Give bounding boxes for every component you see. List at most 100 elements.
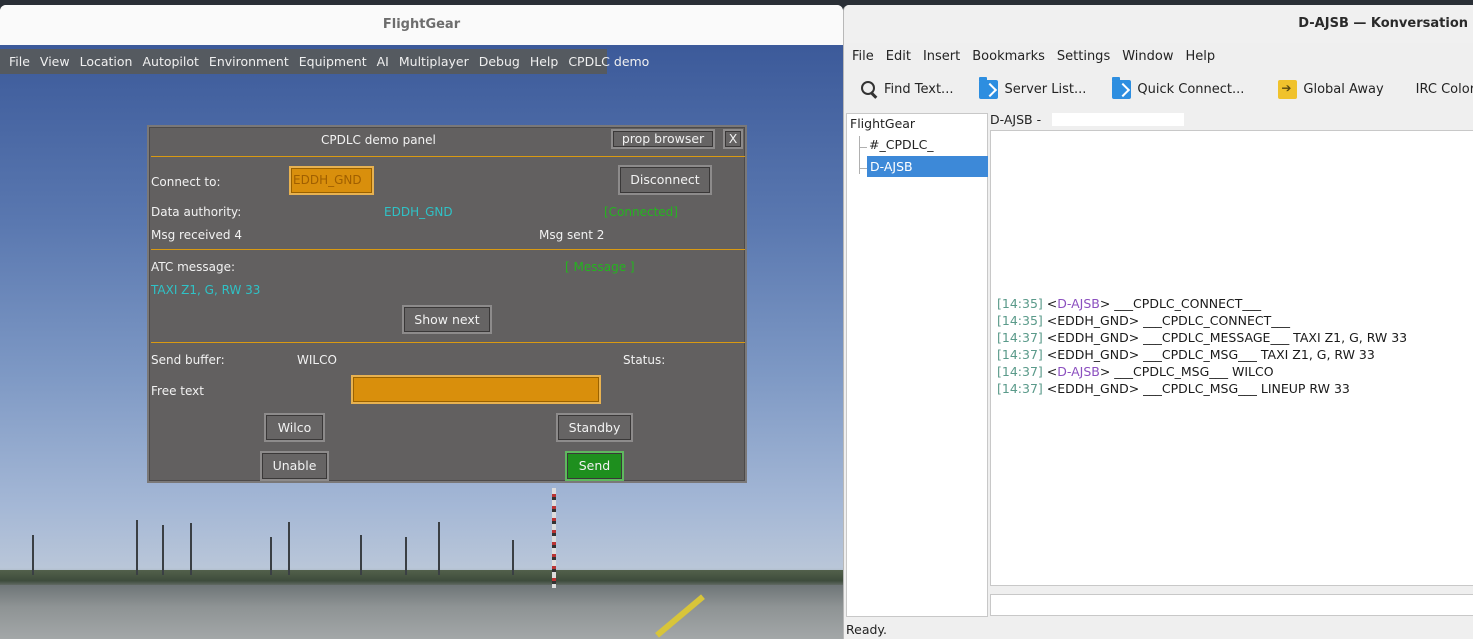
light-pole [405,537,407,575]
chat-nick[interactable]: EDDH_GND [1057,313,1128,328]
connect-to-label: Connect to: [151,175,221,189]
tree-connector [859,147,867,148]
msg-received: Msg received 4 [151,228,242,242]
flightgear-title: FlightGear [0,5,843,45]
kv-menu-window[interactable]: Window [1116,49,1179,64]
fg-menu-environment[interactable]: Environment [204,54,294,69]
connect-to-input[interactable]: EDDH_GND [289,166,374,195]
chat-timestamp: [14:37] [997,330,1043,345]
light-pole [288,522,290,575]
flightgear-window: FlightGear File View Location Autopilot … [0,5,843,639]
light-pole [190,523,192,575]
away-icon [1278,79,1298,99]
chat-line: [14:35] <D-AJSB> ___CPDLC_CONNECT___ [997,296,1262,311]
quick-connect-label: Quick Connect... [1137,81,1245,97]
panel-divider [151,249,745,250]
kv-menu-insert[interactable]: Insert [917,49,966,64]
chat-timestamp: [14:37] [997,381,1043,396]
chat-timestamp: [14:37] [997,347,1043,362]
panel-divider [151,156,745,157]
fg-menu-ai[interactable]: AI [372,54,394,69]
chat-message-text: ___CPDLC_CONNECT___ [1143,313,1291,328]
server-list-icon [979,76,999,99]
status-bar: Ready. [846,622,887,637]
chat-message-text: ___CPDLC_MESSAGE___ TAXI Z1, G, RW 33 [1143,330,1408,345]
tree-item-server[interactable]: FlightGear [850,116,915,131]
global-away-label: Global Away [1303,81,1384,97]
konversation-toolbar: Find Text... Server List... Quick Connec… [844,75,1473,103]
chat-line: [14:37] <EDDH_GND> ___CPDLC_MSG___ LINEU… [997,381,1350,396]
kv-menu-bookmarks[interactable]: Bookmarks [966,49,1051,64]
close-icon[interactable]: X [723,129,743,149]
irc-color-button[interactable]: IRC Color... [1416,82,1473,97]
kv-menu-file[interactable]: File [846,49,880,64]
disconnect-button[interactable]: Disconnect [618,165,712,195]
tree-item-query[interactable]: D-AJSB [867,156,988,177]
chat-message-text: ___CPDLC_MSG___ WILCO [1114,364,1274,379]
chat-message-text: ___CPDLC_CONNECT___ [1114,296,1262,311]
chat-nick[interactable]: D-AJSB [1057,296,1100,311]
message-input[interactable] [990,594,1473,616]
server-list-label: Server List... [1004,81,1087,97]
find-text-button[interactable]: Find Text... [859,80,953,99]
show-next-button[interactable]: Show next [402,305,492,334]
free-text-input[interactable] [351,375,601,404]
chat-message-text: ___CPDLC_MSG___ LINEUP RW 33 [1143,381,1350,396]
light-pole [32,535,34,575]
flightgear-menubar: File View Location Autopilot Environment… [0,49,649,74]
server-list-button[interactable]: Server List... [979,76,1087,99]
kv-menu-edit[interactable]: Edit [880,49,917,64]
query-topic: D-AJSB - [990,112,1042,127]
send-button[interactable]: Send [565,451,624,481]
fg-menu-autopilot[interactable]: Autopilot [137,54,203,69]
unable-button[interactable]: Unable [260,451,329,481]
chat-nick[interactable]: EDDH_GND [1057,347,1128,362]
prop-browser-button[interactable]: prop browser [611,129,715,149]
fg-menu-cpdlc-demo[interactable]: CPDLC demo [563,54,654,69]
send-buffer-value: WILCO [297,353,337,367]
send-buffer-label: Send buffer: [151,353,225,367]
konversation-menubar: File Edit Insert Bookmarks Settings Wind… [844,45,1473,67]
quick-connect-icon [1112,76,1132,99]
chat-line: [14:35] <EDDH_GND> ___CPDLC_CONNECT___ [997,313,1291,328]
light-pole [360,535,362,575]
chat-nick[interactable]: EDDH_GND [1057,330,1128,345]
wilco-button[interactable]: Wilco [264,413,325,442]
kv-menu-settings[interactable]: Settings [1051,49,1116,64]
atc-message-label: ATC message: [151,260,236,274]
kv-menu-help[interactable]: Help [1179,49,1221,64]
fg-menu-location[interactable]: Location [75,54,138,69]
antenna-mast [552,488,556,588]
chat-message-text: ___CPDLC_MSG___ TAXI Z1, G, RW 33 [1143,347,1375,362]
global-away-button[interactable]: Global Away [1278,79,1384,99]
light-pole [162,525,164,575]
fg-menu-debug[interactable]: Debug [474,54,525,69]
msg-sent: Msg sent 2 [539,228,605,242]
chat-line: [14:37] <EDDH_GND> ___CPDLC_MESSAGE___ T… [997,330,1408,345]
message-indicator: [ Message ] [565,260,635,274]
chat-timestamp: [14:35] [997,296,1043,311]
konversation-window: D-AJSB — Konversation File Edit Insert B… [843,5,1473,639]
chat-line: [14:37] <EDDH_GND> ___CPDLC_MSG___ TAXI … [997,347,1375,362]
fg-menu-file[interactable]: File [4,54,35,69]
konversation-title: D-AJSB — Konversation [844,5,1473,43]
fg-menu-equipment[interactable]: Equipment [294,54,372,69]
fg-menu-help[interactable]: Help [525,54,564,69]
light-pole [136,520,138,575]
quick-connect-button[interactable]: Quick Connect... [1112,76,1245,99]
tree-item-channel[interactable]: #_CPDLC_ [869,137,934,152]
atc-message-text: TAXI Z1, G, RW 33 [151,283,261,297]
flightgear-scene[interactable]: File View Location Autopilot Environment… [0,45,843,639]
light-pole [512,540,514,575]
chat-nick[interactable]: D-AJSB [1057,364,1100,379]
tree-connector [859,168,867,169]
panel-divider [151,342,745,343]
fg-menu-view[interactable]: View [35,54,75,69]
chat-nick[interactable]: EDDH_GND [1057,381,1128,396]
topic-redaction [1052,113,1184,126]
chat-log[interactable]: [14:35] <D-AJSB> ___CPDLC_CONNECT___ [14:… [990,130,1473,586]
airport-ground [0,585,843,639]
fg-menu-multiplayer[interactable]: Multiplayer [394,54,474,69]
light-pole [438,522,440,575]
standby-button[interactable]: Standby [556,413,633,442]
